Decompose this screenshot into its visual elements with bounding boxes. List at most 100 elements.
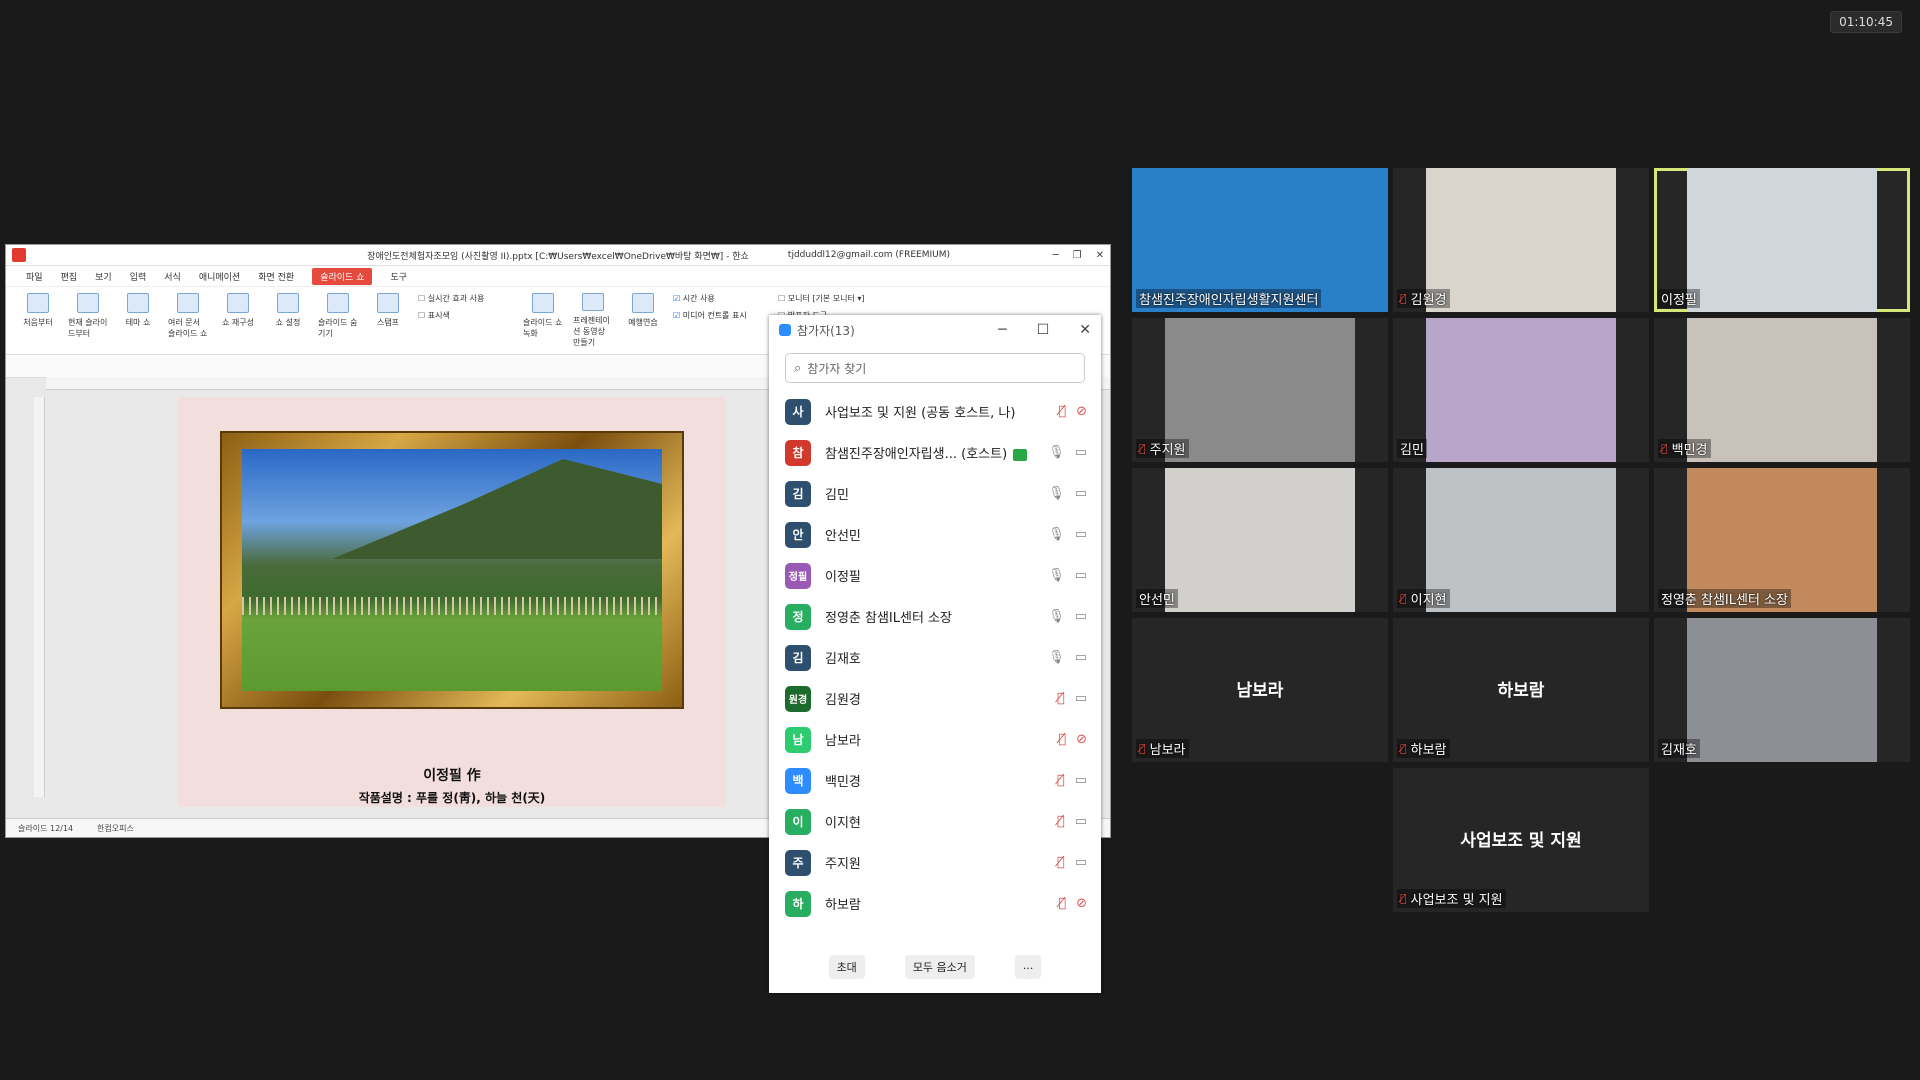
maximize-icon[interactable]: ❐: [1073, 250, 1082, 261]
mic-muted-icon[interactable]: 🎙̸: [1058, 732, 1066, 747]
tile-caption: 김재호: [1658, 739, 1700, 758]
menu-item[interactable]: 애니메이션: [199, 270, 240, 283]
more-button[interactable]: ...: [1014, 955, 1042, 979]
video-feed: [1426, 168, 1616, 312]
participant-row[interactable]: 참 참샘진주장애인자립생... (호스트) 🎙 ▭: [769, 432, 1101, 473]
maximize-icon[interactable]: ☐: [1037, 322, 1050, 338]
participant-search-input[interactable]: ⌕ 참가자 찾기: [785, 353, 1085, 383]
ribbon-checkbox[interactable]: 실시간 효과 사용: [418, 293, 513, 304]
video-tile[interactable]: 🎙̸ 주지원: [1132, 318, 1388, 462]
close-icon[interactable]: ✕: [1096, 250, 1104, 261]
ribbon-button[interactable]: 스탬프: [368, 293, 408, 348]
ribbon-button[interactable]: 예행연습: [623, 293, 663, 348]
close-icon[interactable]: ✕: [1079, 322, 1091, 338]
mic-icon[interactable]: 🎙: [1048, 650, 1065, 665]
menu-item[interactable]: 입력: [130, 270, 147, 283]
video-tile[interactable]: 김재호: [1654, 618, 1910, 762]
avatar: 정: [785, 603, 811, 630]
participant-row[interactable]: 김 김재호 🎙 ▭: [769, 637, 1101, 678]
mic-icon[interactable]: 🎙: [1048, 445, 1065, 460]
mic-muted-icon[interactable]: 🎙̸: [1057, 855, 1065, 870]
ribbon-checkbox[interactable]: 모니터 [기본 모니터 ▾]: [778, 293, 958, 304]
camera-icon[interactable]: ▭: [1075, 609, 1087, 624]
video-tile[interactable]: 안선민: [1132, 468, 1388, 612]
camera-off-icon[interactable]: ⊘: [1076, 404, 1087, 419]
video-tile[interactable]: 사업보조 및 지원 🎙̸ 사업보조 및 지원: [1393, 768, 1649, 912]
video-tile[interactable]: 🎙̸ 김원경: [1393, 168, 1649, 312]
participant-row[interactable]: 백 백민경 🎙̸ ▭: [769, 760, 1101, 801]
video-tile[interactable]: 이정필: [1654, 168, 1910, 312]
menu-item[interactable]: 서식: [164, 270, 181, 283]
ribbon-button[interactable]: 쇼 재구성: [218, 293, 258, 348]
participant-row[interactable]: 정필 이정필 🎙 ▭: [769, 555, 1101, 596]
ribbon-button[interactable]: 처음부터: [18, 293, 58, 348]
ribbon-button[interactable]: 현재 슬라이드부터: [68, 293, 108, 348]
mic-icon[interactable]: 🎙: [1048, 486, 1065, 501]
mic-muted-icon[interactable]: 🎙̸: [1058, 404, 1066, 419]
minimize-icon[interactable]: ─: [1053, 250, 1059, 261]
video-tile[interactable]: 🎙̸ 이지현: [1393, 468, 1649, 612]
participant-controls: 🎙̸ ▭: [1057, 773, 1087, 788]
video-tile[interactable]: 참샘진주장애인자립생활지원센터: [1132, 168, 1388, 312]
participant-row[interactable]: 정 정영춘 참샘IL센터 소장 🎙 ▭: [769, 596, 1101, 637]
participants-footer: 초대 모두 음소거 ...: [769, 955, 1101, 979]
video-tile[interactable]: 하보람 🎙̸ 하보람: [1393, 618, 1649, 762]
ribbon-checkbox[interactable]: 미디어 컨트롤 표시: [673, 310, 768, 321]
window-controls: ─ ❐ ✕: [1053, 250, 1104, 261]
avatar: 김: [785, 480, 811, 507]
ribbon-button[interactable]: 슬라이드 쇼 녹화: [523, 293, 563, 348]
video-tile[interactable]: 정영춘 참샘IL센터 소장: [1654, 468, 1910, 612]
avatar: 주: [785, 849, 811, 876]
participant-row[interactable]: 하 하보람 🎙̸ ⊘: [769, 883, 1101, 924]
camera-icon[interactable]: ▭: [1075, 814, 1087, 829]
video-feed: [1165, 468, 1355, 612]
ribbon-button[interactable]: 여러 문서 슬라이드 쇼: [168, 293, 208, 348]
video-tile[interactable]: 남보라 🎙̸ 남보라: [1132, 618, 1388, 762]
camera-icon[interactable]: ▭: [1075, 486, 1087, 501]
video-tile[interactable]: 김민: [1393, 318, 1649, 462]
participant-row[interactable]: 사 사업보조 및 지원 (공동 호스트, 나) 🎙̸ ⊘: [769, 391, 1101, 432]
menu-item[interactable]: 슬라이드 쇼: [312, 267, 373, 285]
mic-icon[interactable]: 🎙: [1048, 568, 1065, 583]
camera-off-icon[interactable]: ⊘: [1076, 732, 1087, 747]
camera-icon[interactable]: ▭: [1075, 445, 1087, 460]
participant-row[interactable]: 주 주지원 🎙̸ ▭: [769, 842, 1101, 883]
mic-icon[interactable]: 🎙: [1048, 527, 1065, 542]
camera-off-icon[interactable]: ⊘: [1076, 896, 1087, 911]
participant-row[interactable]: 이 이지현 🎙̸ ▭: [769, 801, 1101, 842]
mic-muted-icon[interactable]: 🎙̸: [1057, 814, 1065, 829]
camera-icon[interactable]: ▭: [1075, 527, 1087, 542]
camera-icon[interactable]: ▭: [1075, 568, 1087, 583]
mic-muted-icon[interactable]: 🎙̸: [1057, 691, 1065, 706]
participant-row[interactable]: 안 안선민 🎙 ▭: [769, 514, 1101, 555]
ribbon-label: 슬라이드 숨기기: [318, 318, 358, 338]
participant-row[interactable]: 김 김민 🎙 ▭: [769, 473, 1101, 514]
menu-item[interactable]: 파일: [26, 270, 43, 283]
ribbon-button[interactable]: 쇼 설정: [268, 293, 308, 348]
mic-icon[interactable]: 🎙: [1048, 609, 1065, 624]
menu-item[interactable]: 편집: [61, 270, 78, 283]
ribbon-checkbox[interactable]: 표시색: [418, 310, 513, 321]
menu-item[interactable]: 도구: [390, 270, 407, 283]
menu-item[interactable]: 화면 전환: [258, 270, 294, 283]
menu-item[interactable]: 보기: [95, 270, 112, 283]
ribbon-checkbox[interactable]: 시간 사용: [673, 293, 768, 304]
camera-icon[interactable]: ▭: [1075, 773, 1087, 788]
invite-button[interactable]: 초대: [828, 955, 865, 979]
mic-muted-icon[interactable]: 🎙̸: [1057, 773, 1065, 788]
camera-icon[interactable]: ▭: [1075, 691, 1087, 706]
camera-icon[interactable]: ▭: [1075, 650, 1087, 665]
ribbon-icon: [582, 293, 604, 311]
participant-row[interactable]: 원경 김원경 🎙̸ ▭: [769, 678, 1101, 719]
video-tile[interactable]: 🎙̸ 백민경: [1654, 318, 1910, 462]
camera-icon[interactable]: ▭: [1075, 855, 1087, 870]
participant-row[interactable]: 남 남보라 🎙̸ ⊘: [769, 719, 1101, 760]
mute-all-button[interactable]: 모두 음소거: [904, 955, 975, 979]
ribbon-button[interactable]: 프레젠테이션 동영상 만들기: [573, 293, 613, 348]
ribbon-button[interactable]: 테마 쇼: [118, 293, 158, 348]
participant-controls: 🎙̸ ⊘: [1058, 732, 1087, 747]
mic-muted-icon[interactable]: 🎙̸: [1058, 896, 1066, 911]
ribbon-button[interactable]: 슬라이드 숨기기: [318, 293, 358, 348]
participant-name: 정영춘 참샘IL센터 소장: [825, 611, 952, 626]
minimize-icon[interactable]: ─: [998, 322, 1006, 338]
